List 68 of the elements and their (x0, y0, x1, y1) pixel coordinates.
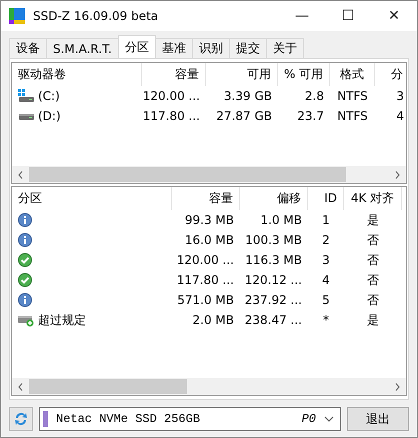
exit-button[interactable]: 退出 (347, 407, 409, 431)
table-cell: 238.47 ... (244, 313, 302, 327)
table-cell: 否 (367, 292, 379, 308)
table-cell: 5 (322, 293, 330, 307)
horizontal-scrollbar[interactable] (12, 166, 406, 183)
refresh-icon (13, 411, 29, 427)
tab[interactable]: 设备 (9, 38, 47, 58)
color-bar (43, 411, 48, 427)
column-header[interactable]: 可用 (206, 63, 278, 86)
table-cell: 100.3 MB (245, 233, 302, 247)
table-cell: 是 (367, 212, 379, 228)
table-cell: 3 (322, 253, 330, 267)
table-cell: 否 (367, 272, 379, 288)
table-cell: 2 (322, 233, 330, 247)
table-cell: 120.12 ... (244, 273, 302, 287)
table-cell: 是 (367, 312, 379, 328)
maximize-button[interactable]: ☐ (325, 1, 371, 31)
table-cell: * (323, 313, 329, 327)
chevron-down-icon (324, 416, 334, 422)
chevron-left-icon (18, 382, 23, 390)
table-cell: 2.8 (304, 89, 324, 103)
column-header[interactable]: 偏移 (240, 187, 308, 210)
column-header[interactable]: 容量 (142, 63, 206, 86)
table-cell: 16.0 MB (184, 233, 234, 247)
column-header[interactable]: 格式 (330, 63, 375, 86)
chevron-left-icon (18, 170, 23, 178)
table-cell: 否 (367, 232, 379, 248)
table-cell: 3 (396, 89, 404, 103)
table-cell: 27.87 GB (216, 109, 272, 123)
table-cell: (C:) (38, 89, 60, 103)
table-cell: 4 (322, 273, 330, 287)
table-cell: 3.39 GB (224, 89, 272, 103)
window-title: SSD-Z 16.09.09 beta (33, 9, 160, 23)
minimize-button[interactable]: — (279, 1, 325, 31)
column-header[interactable]: 4K 对齐 (344, 187, 402, 210)
table-cell: 120.00 ... (142, 89, 200, 103)
horizontal-scrollbar[interactable] (12, 378, 406, 395)
table-cell: 120.00 ... (176, 253, 234, 267)
refresh-button[interactable] (9, 407, 33, 431)
table-cell: NTFS (337, 109, 368, 123)
table-cell: 1 (322, 213, 330, 227)
column-header[interactable]: ID (308, 187, 344, 210)
table-cell: 1.0 MB (260, 213, 302, 227)
column-header[interactable]: % 可用 (278, 63, 330, 86)
app-logo-icon (9, 8, 25, 24)
chevron-right-icon (395, 382, 400, 390)
table-cell: 否 (367, 252, 379, 268)
table-cell: (D:) (38, 109, 61, 123)
column-header[interactable]: 分 (375, 63, 406, 86)
tab[interactable]: 分区 (118, 35, 156, 58)
tab[interactable]: 关于 (266, 38, 304, 58)
table-cell: 116.3 MB (245, 253, 302, 267)
table-cell: 237.92 ... (244, 293, 302, 307)
close-button[interactable]: ✕ (371, 1, 417, 31)
table-cell: 23.7 (297, 109, 324, 123)
column-header[interactable]: 分区 (12, 187, 172, 210)
table-cell: 4 (396, 109, 404, 123)
device-dropdown[interactable]: Netac NVMe SSD 256GB P0 (39, 407, 341, 431)
column-header[interactable]: 驱动器卷 (12, 63, 142, 86)
table-cell: 117.80 ... (176, 273, 234, 287)
table-cell: 超过规定 (38, 312, 86, 328)
table-cell: 117.80 ... (142, 109, 200, 123)
table-cell: NTFS (337, 89, 368, 103)
table-cell: 2.0 MB (192, 313, 234, 327)
table-cell: 99.3 MB (184, 213, 234, 227)
chevron-right-icon (395, 170, 400, 178)
table-cell: 571.0 MB (177, 293, 234, 307)
column-header[interactable]: 容量 (172, 187, 240, 210)
